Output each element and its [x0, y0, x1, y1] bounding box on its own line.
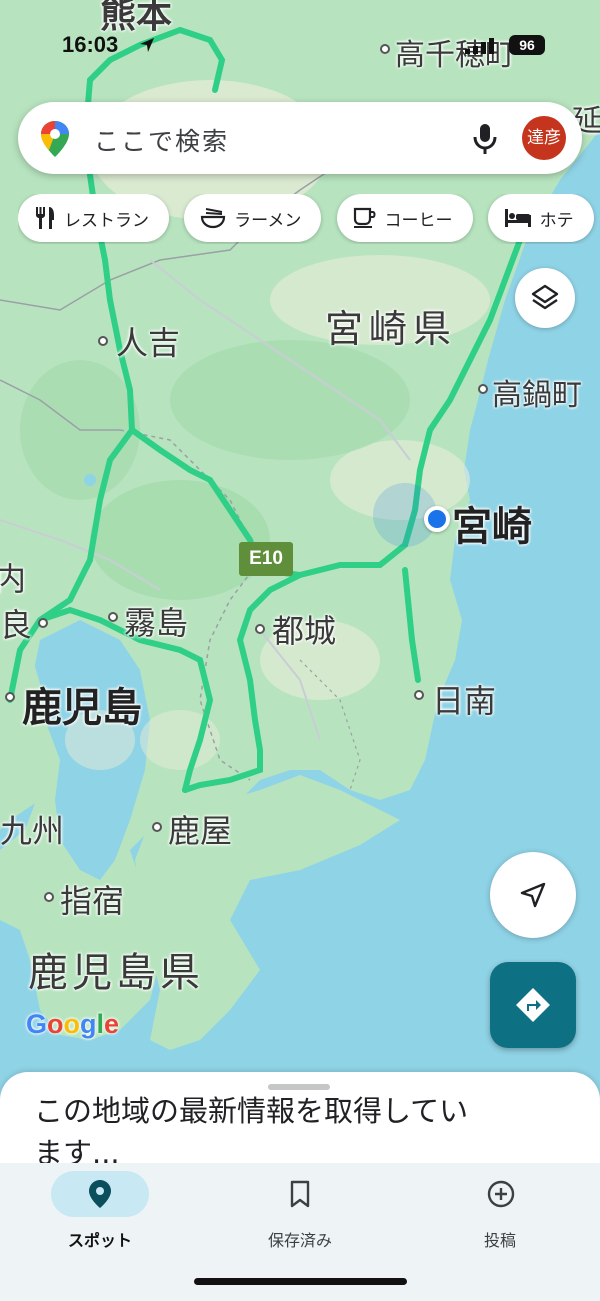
- my-location-dot[interactable]: [424, 506, 450, 532]
- chip-ramen[interactable]: ラーメン: [184, 194, 322, 242]
- layers-icon: [531, 284, 559, 310]
- city-dot-kanoya: [152, 822, 162, 832]
- map-label-miyazaki-pref[interactable]: 宮崎県: [325, 298, 457, 353]
- map-label-kagoshima-pref[interactable]: 鹿児島県: [28, 940, 204, 998]
- map-label-kyushu-partial[interactable]: 九州: [0, 806, 64, 852]
- map-label-kirishima[interactable]: 霧島: [124, 598, 188, 644]
- sheet-loading-message: この地域の最新情報を取得しています...: [34, 1094, 469, 1170]
- map-label-ibusuki[interactable]: 指宿: [60, 876, 124, 922]
- status-time: 16:03: [62, 32, 119, 57]
- map-label-nichinan[interactable]: 日南: [432, 676, 496, 722]
- restaurant-icon: [36, 207, 54, 229]
- map-label-hitoyoshi[interactable]: 人吉: [116, 318, 180, 364]
- place-pin-icon: [89, 1180, 111, 1208]
- tab-explore[interactable]: スポット: [0, 1163, 200, 1263]
- tab-explore-label: スポット: [67, 1231, 132, 1250]
- chip-coffee-label: コーヒー: [384, 210, 453, 231]
- google-maps-pin-icon: [40, 120, 70, 162]
- highway-shield-e10: E10: [239, 542, 293, 576]
- location-arrow-icon: [138, 36, 156, 58]
- layers-button[interactable]: [515, 268, 575, 328]
- map-label-sendai-partial[interactable]: 内: [0, 554, 26, 600]
- city-dot-ibusuki: [44, 892, 54, 902]
- tab-saved[interactable]: 保存済み: [200, 1163, 400, 1263]
- add-circle-icon: [487, 1180, 515, 1208]
- search-bar[interactable]: ここで検索 達彦: [18, 102, 582, 174]
- city-dot-kagoshima: [5, 692, 15, 702]
- google-logo: Google: [26, 1009, 120, 1039]
- tab-contribute-label: 投稿: [483, 1231, 516, 1250]
- city-dot-takanabe: [478, 384, 488, 394]
- battery-indicator: 96: [509, 35, 545, 55]
- city-dot-aira: [38, 618, 48, 628]
- chip-coffee[interactable]: コーヒー: [336, 194, 473, 242]
- home-indicator[interactable]: [194, 1278, 407, 1285]
- coffee-icon: [353, 207, 376, 228]
- chip-ramen-label: ラーメン: [234, 210, 302, 231]
- bookmark-icon: [290, 1180, 310, 1208]
- map-label-miyakonojo[interactable]: 都城: [272, 606, 336, 652]
- city-dot-kirishima: [108, 612, 118, 622]
- chip-restaurant[interactable]: レストラン: [18, 194, 169, 242]
- my-location-button[interactable]: [490, 852, 576, 938]
- city-dot-nichinan: [414, 690, 424, 700]
- directions-button[interactable]: [490, 962, 576, 1048]
- ramen-icon: [200, 208, 226, 229]
- map-label-miyazaki[interactable]: 宮崎: [452, 494, 532, 552]
- chip-hotel-label: ホテ: [539, 210, 574, 231]
- city-dot-miyakonojo: [255, 624, 265, 634]
- status-bar: 16:03 96: [0, 30, 600, 60]
- signal-icon: [465, 38, 501, 58]
- category-chips: レストラン ラーメン コーヒー ホテ: [18, 194, 600, 244]
- map-label-takanabe[interactable]: 高鍋町: [492, 370, 582, 414]
- search-input[interactable]: ここで検索: [94, 122, 229, 158]
- chip-restaurant-label: レストラン: [64, 210, 149, 231]
- map-label-kagoshima[interactable]: 鹿児島: [22, 675, 142, 733]
- tab-saved-label: 保存済み: [267, 1231, 332, 1250]
- microphone-icon[interactable]: [472, 122, 498, 160]
- city-dot-hitoyoshi: [98, 336, 108, 346]
- directions-icon: [516, 988, 550, 1022]
- tab-contribute[interactable]: 投稿: [400, 1163, 600, 1263]
- map-label-aira-partial[interactable]: 良: [0, 600, 32, 646]
- map-label-kanoya[interactable]: 鹿屋: [168, 806, 232, 852]
- navigation-arrow-icon: [520, 882, 546, 908]
- account-avatar[interactable]: 達彦: [522, 116, 566, 160]
- hotel-icon: [504, 209, 531, 227]
- chip-hotel[interactable]: ホテ: [487, 194, 594, 242]
